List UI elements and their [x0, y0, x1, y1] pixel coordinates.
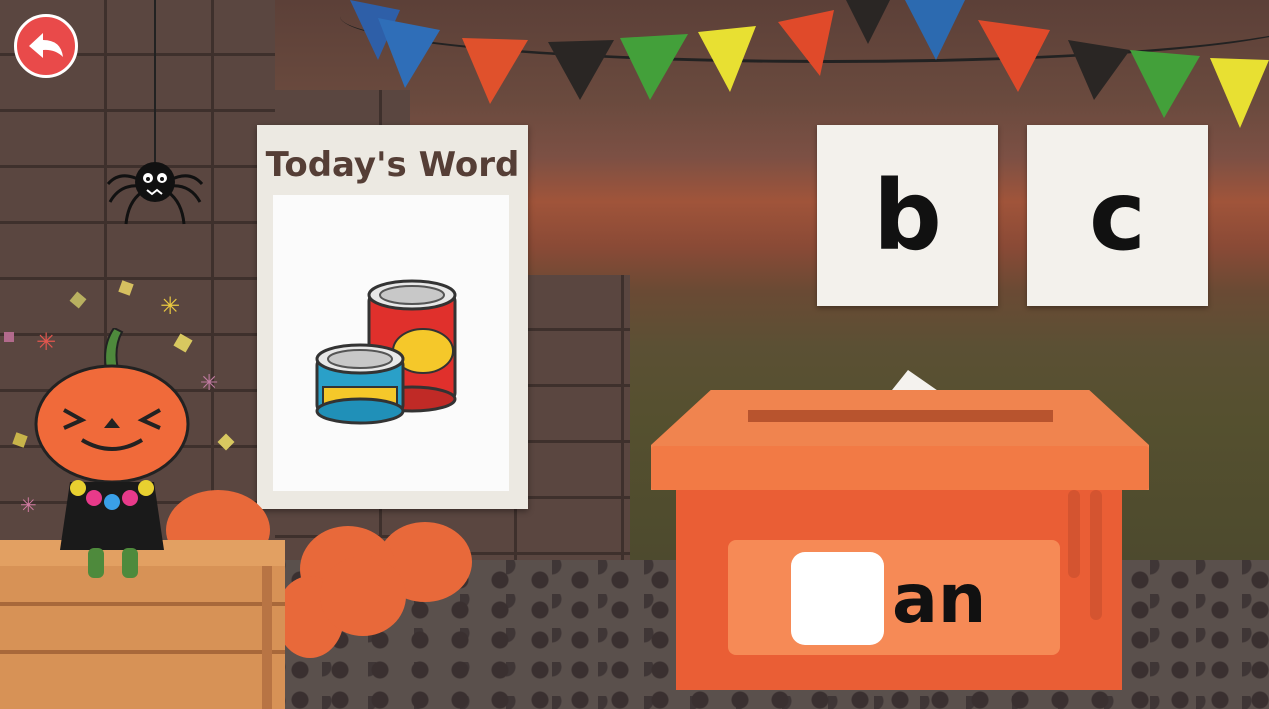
svg-text:✳: ✳	[200, 371, 218, 396]
todays-word-poster: Today's Word	[257, 125, 528, 509]
ballot-box-slot	[748, 410, 1053, 422]
back-button[interactable]	[14, 14, 78, 78]
cans-icon	[315, 279, 457, 425]
letter-card-label: c	[1089, 159, 1146, 272]
spider-thread	[154, 0, 156, 168]
letter-card-b[interactable]: b	[817, 125, 998, 306]
bunting-flags	[350, 0, 1269, 128]
poster-image-frame	[273, 195, 509, 491]
jack-o-lantern	[320, 556, 406, 636]
poster-title: Today's Word	[265, 145, 520, 185]
spider-icon	[106, 162, 204, 225]
back-arrow-icon	[29, 33, 63, 58]
svg-text:✳: ✳	[160, 292, 180, 320]
pumpkin-character-icon[interactable]	[30, 328, 200, 588]
letter-card-label: b	[873, 159, 942, 272]
letter-drop-slot[interactable]	[791, 552, 884, 645]
letter-card-c[interactable]: c	[1027, 125, 1208, 306]
ballot-box-lid-front	[651, 446, 1149, 490]
game-scene: ✳ ✳ ✳ ✳ ✳ Today's Word b	[0, 0, 1269, 709]
word-ending: an	[892, 560, 987, 639]
